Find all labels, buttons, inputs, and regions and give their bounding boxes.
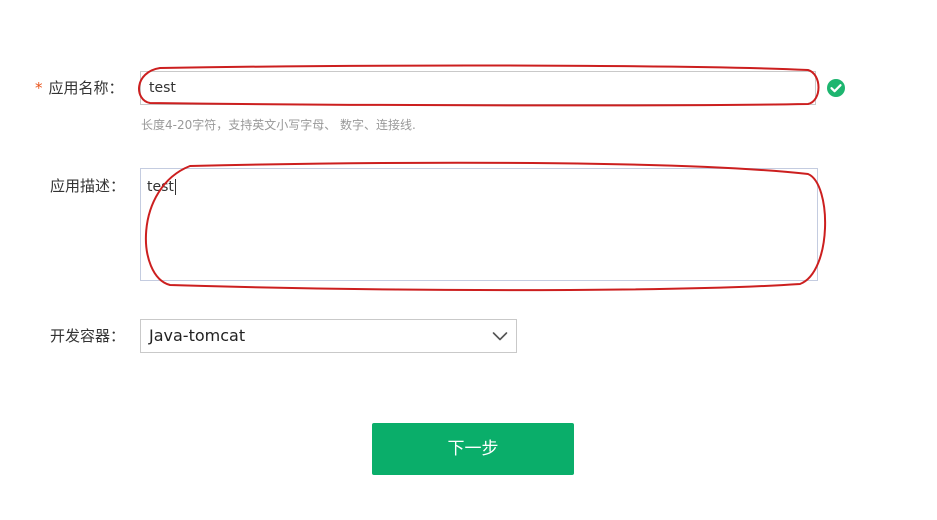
create-app-form: * 应用名称： test 长度4-20字符，支持英文小写字母、 数字、连接线. 应…	[0, 0, 937, 520]
container-label: 开发容器：	[50, 327, 126, 345]
app-name-label-row: * 应用名称：	[35, 78, 124, 98]
app-name-value: test	[149, 80, 176, 96]
container-selected-value: Java-tomcat	[149, 326, 246, 345]
app-description-label: 应用描述：	[50, 177, 126, 195]
app-description-value: test	[147, 179, 174, 195]
required-mark: *	[35, 79, 43, 97]
check-circle-icon	[827, 79, 845, 97]
next-step-button[interactable]: 下一步	[372, 423, 574, 475]
chevron-down-icon	[492, 332, 508, 341]
text-caret	[174, 179, 176, 195]
app-name-hint: 长度4-20字符，支持英文小写字母、 数字、连接线.	[141, 118, 416, 132]
app-description-textarea[interactable]: test	[140, 168, 818, 281]
container-select[interactable]: Java-tomcat	[140, 319, 517, 353]
app-name-input[interactable]: test	[140, 71, 816, 105]
app-name-label: 应用名称：	[48, 79, 124, 97]
